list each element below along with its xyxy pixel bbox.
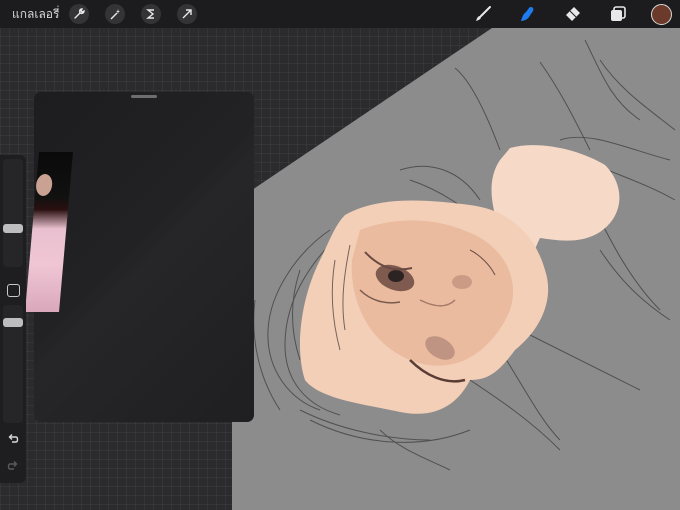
color-picker-swatch[interactable]: [651, 3, 672, 25]
eraser-icon[interactable]: [562, 3, 584, 25]
layers-icon[interactable]: [607, 3, 629, 25]
brush-size-thumb[interactable]: [3, 224, 23, 233]
transform-arrow-icon[interactable]: [177, 4, 198, 24]
undo-icon[interactable]: [5, 431, 21, 447]
brush-size-slider[interactable]: [3, 159, 23, 267]
reference-panel[interactable]: [25, 92, 254, 422]
top-toolbar: แกลเลอรี่: [0, 0, 680, 28]
gallery-button[interactable]: แกลเลอรี่: [12, 5, 59, 24]
modify-button-icon[interactable]: [7, 284, 20, 297]
opacity-thumb[interactable]: [3, 318, 23, 327]
selection-icon[interactable]: [141, 4, 162, 24]
redo-icon[interactable]: [5, 458, 21, 474]
panel-drag-handle[interactable]: [131, 95, 157, 98]
brush-icon[interactable]: [472, 3, 494, 25]
left-sidebar: [0, 155, 26, 483]
reference-photo-hair: [35, 174, 54, 196]
right-toolset: [449, 3, 672, 25]
magic-wand-icon[interactable]: [105, 4, 126, 24]
wrench-icon[interactable]: [69, 4, 90, 24]
smudge-icon[interactable]: [517, 3, 539, 25]
